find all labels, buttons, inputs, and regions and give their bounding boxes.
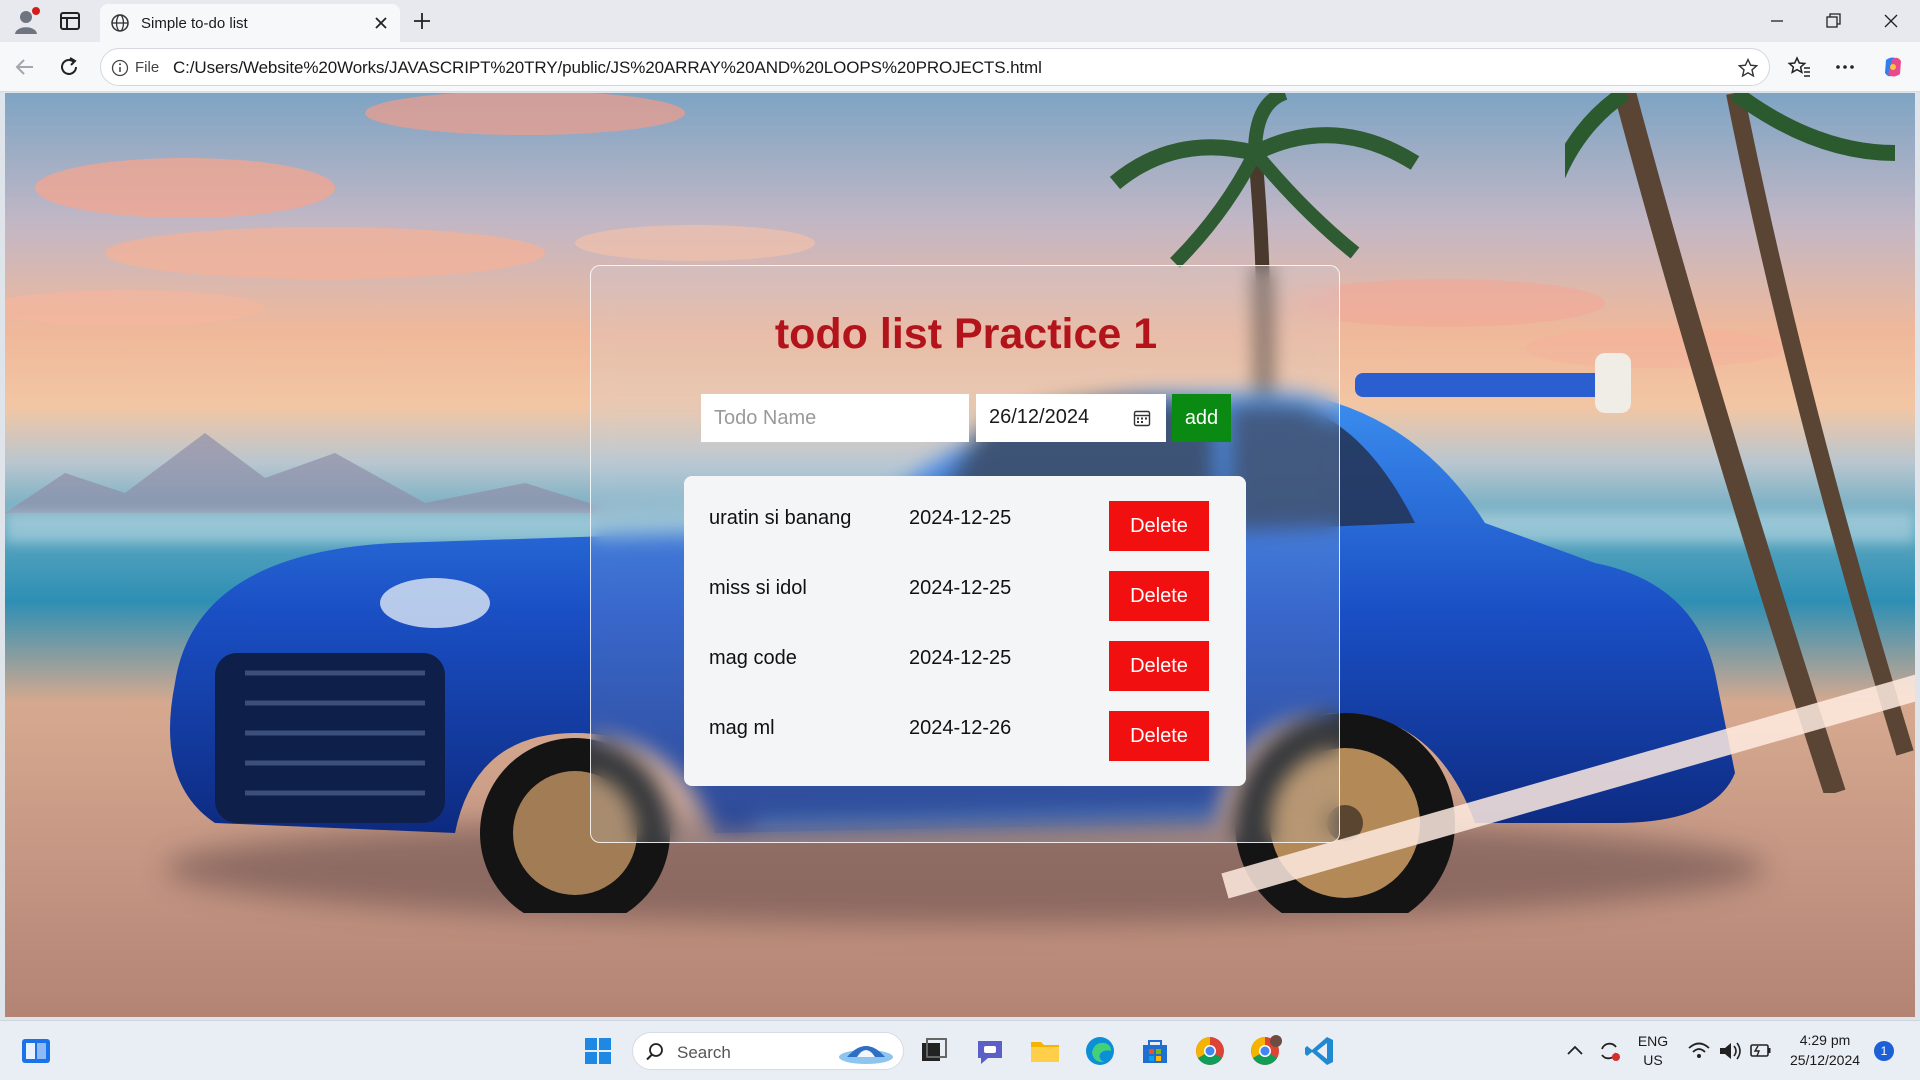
- clock-date[interactable]: 25/12/2024: [1782, 1052, 1868, 1068]
- todo-name: miss si idol: [709, 577, 807, 599]
- url-text[interactable]: C:/Users/Website%20Works/JAVASCRIPT%20TR…: [173, 58, 1042, 78]
- more-options-icon[interactable]: [1832, 54, 1858, 80]
- page-title: todo list Practice 1: [774, 310, 1158, 358]
- windows-start-icon[interactable]: [580, 1033, 616, 1069]
- todo-name: mag ml: [709, 717, 775, 739]
- volume-icon[interactable]: [1716, 1033, 1744, 1069]
- file-protocol-label: File: [135, 59, 160, 76]
- todo-name-input[interactable]: [701, 394, 969, 442]
- favorites-icon[interactable]: [1786, 54, 1812, 80]
- todo-date: 2024-12-26: [909, 717, 1012, 739]
- todo-date: 2024-12-25: [909, 507, 1012, 529]
- todo-date-input[interactable]: 26/12/2024: [976, 394, 1166, 442]
- battery-icon[interactable]: [1746, 1033, 1774, 1069]
- clock-time[interactable]: 4:29 pm: [1782, 1032, 1868, 1048]
- sync-icon[interactable]: [1594, 1033, 1624, 1069]
- show-hidden-icons-icon[interactable]: [1562, 1033, 1588, 1069]
- profile-alert-dot: [32, 7, 40, 15]
- calendar-icon[interactable]: [1132, 408, 1152, 428]
- todo-list: uratin si banang 2024-12-25 Delete miss …: [684, 476, 1246, 786]
- search-label: Search: [677, 1043, 731, 1062]
- language-indicator[interactable]: ENG: [1628, 1033, 1678, 1049]
- delete-button[interactable]: Delete: [1109, 641, 1209, 691]
- active-tab[interactable]: Simple to-do list: [100, 4, 400, 42]
- chrome-profile-icon[interactable]: [1247, 1033, 1283, 1069]
- task-view-icon[interactable]: [916, 1033, 952, 1069]
- minimize-icon[interactable]: [1766, 10, 1788, 32]
- copilot-icon[interactable]: [1880, 54, 1906, 80]
- todo-row: miss si idol 2024-12-25 Delete: [684, 571, 1246, 621]
- favorite-star-icon[interactable]: [1737, 57, 1759, 79]
- info-icon[interactable]: [111, 59, 129, 77]
- wifi-icon[interactable]: [1685, 1033, 1713, 1069]
- todo-card: todo list Practice 1 26/12/2024 add urat…: [590, 265, 1340, 843]
- search-highlight-icon: [839, 1046, 893, 1064]
- file-explorer-icon[interactable]: [1027, 1033, 1063, 1069]
- date-value: 26/12/2024: [989, 406, 1090, 428]
- delete-button[interactable]: Delete: [1109, 571, 1209, 621]
- close-window-icon[interactable]: [1880, 10, 1902, 32]
- browser-tab-strip: Simple to-do list: [0, 0, 1920, 42]
- delete-button[interactable]: Delete: [1109, 711, 1209, 761]
- page-background: todo list Practice 1 26/12/2024 add urat…: [5, 93, 1915, 1017]
- back-icon[interactable]: [12, 54, 38, 80]
- address-bar[interactable]: File C:/Users/Website%20Works/JAVASCRIPT…: [100, 48, 1770, 86]
- microsoft-store-icon[interactable]: [1137, 1033, 1173, 1069]
- tab-actions-button[interactable]: [58, 9, 82, 33]
- notification-badge[interactable]: 1: [1874, 1041, 1894, 1061]
- todo-row: uratin si banang 2024-12-25 Delete: [684, 501, 1246, 551]
- profile-avatar[interactable]: [12, 7, 40, 35]
- todo-row: mag ml 2024-12-26 Delete: [684, 711, 1246, 761]
- todo-row: mag code 2024-12-25 Delete: [684, 641, 1246, 691]
- globe-icon: [111, 14, 129, 32]
- taskbar-search[interactable]: Search: [632, 1032, 904, 1070]
- tab-actions-icon: [60, 12, 80, 30]
- edge-browser-icon[interactable]: [1082, 1033, 1118, 1069]
- new-tab-icon[interactable]: [410, 9, 434, 33]
- todo-date: 2024-12-25: [909, 577, 1012, 599]
- todo-date: 2024-12-25: [909, 647, 1012, 669]
- vscode-icon[interactable]: [1302, 1033, 1338, 1069]
- close-tab-icon[interactable]: [372, 14, 390, 32]
- search-icon: [646, 1043, 663, 1061]
- todo-name: mag code: [709, 647, 797, 669]
- add-button[interactable]: add: [1172, 394, 1231, 442]
- delete-button[interactable]: Delete: [1109, 501, 1209, 551]
- address-toolbar: File C:/Users/Website%20Works/JAVASCRIPT…: [0, 42, 1920, 92]
- taskbar: Search ENG US 4:29 pm 25/12/2024: [0, 1020, 1920, 1080]
- restore-icon[interactable]: [1822, 10, 1844, 32]
- chrome-icon[interactable]: [1192, 1033, 1228, 1069]
- refresh-icon[interactable]: [56, 54, 82, 80]
- todo-name: uratin si banang: [709, 507, 852, 529]
- widgets-icon[interactable]: [18, 1033, 54, 1069]
- tab-title: Simple to-do list: [141, 15, 248, 32]
- region-indicator[interactable]: US: [1628, 1052, 1678, 1068]
- teams-chat-icon[interactable]: [972, 1033, 1008, 1069]
